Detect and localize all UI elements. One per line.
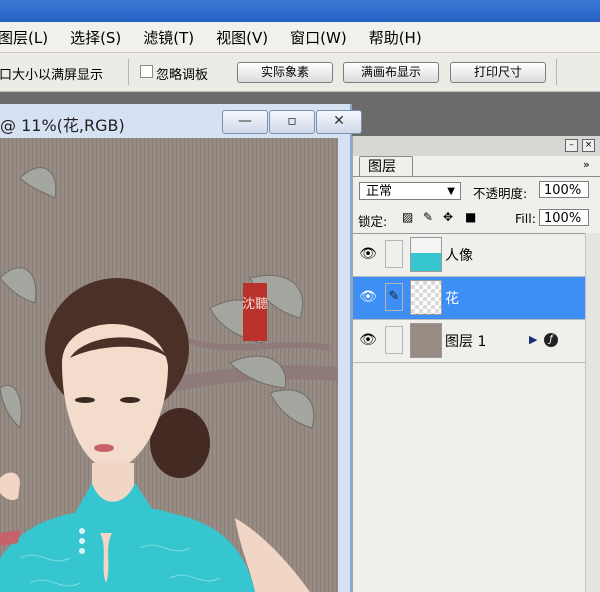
artwork-illustration: 沈聽 — [0, 138, 338, 592]
layer-row-portrait[interactable]: 👁 人像 — [353, 234, 600, 277]
actual-pixels-button[interactable]: 实际象素 — [237, 62, 333, 83]
layer-list: 👁 人像 👁 ✎ 花 👁 图层 1 ▶ ƒ — [353, 233, 600, 363]
lock-move-icon[interactable]: ✥ — [443, 210, 453, 224]
menu-view[interactable]: 视图(V) — [216, 27, 268, 48]
eye-icon[interactable]: 👁 — [359, 289, 377, 305]
menu-bar: 图层(L) 选择(S) 滤镜(T) 视图(V) 窗口(W) 帮助(H) — [0, 22, 600, 53]
options-separator — [128, 59, 129, 85]
ignore-palettes-checkbox[interactable] — [140, 65, 153, 78]
tab-divider — [353, 176, 600, 177]
document-title: @ 11%(花,RGB) — [0, 116, 125, 135]
fill-input[interactable]: 100% — [539, 209, 589, 226]
fill-label: Fill: — [515, 211, 536, 226]
brush-icon[interactable]: ✎ — [385, 283, 403, 311]
menu-layer[interactable]: 图层(L) — [0, 27, 48, 48]
layer-thumbnail — [410, 280, 442, 315]
link-toggle[interactable] — [385, 326, 403, 354]
layer-thumbnail — [410, 237, 442, 272]
ignore-palettes-label: 忽略调板 — [156, 68, 209, 83]
minimize-icon: — — [238, 113, 252, 129]
lock-label: 锁定: — [358, 214, 388, 229]
blend-mode-select[interactable]: 正常 ▼ — [359, 182, 461, 200]
layer-row-flower[interactable]: 👁 ✎ 花 — [353, 277, 600, 320]
artwork-canvas[interactable]: 沈聽 — [0, 138, 338, 592]
blend-mode-value: 正常 — [366, 184, 393, 199]
print-size-button[interactable]: 打印尺寸 — [450, 62, 546, 83]
menu-filter[interactable]: 滤镜(T) — [143, 27, 194, 48]
fit-window-label[interactable]: 口大小以满屏显示 — [0, 64, 103, 83]
chevron-down-icon: ▼ — [447, 186, 455, 197]
document-window: @ 11%(花,RGB) — ▫ ✕ 沈聽 — [0, 104, 362, 592]
panel-close-icon[interactable]: × — [582, 139, 595, 152]
panel-header: – × — [353, 136, 600, 156]
tab-layers[interactable]: 图层 — [359, 156, 413, 176]
menu-select[interactable]: 选择(S) — [70, 27, 121, 48]
panel-minimize-icon[interactable]: – — [565, 139, 578, 152]
menu-window[interactable]: 窗口(W) — [290, 27, 347, 48]
close-icon: ✕ — [333, 113, 345, 129]
restore-button[interactable]: ▫ — [269, 110, 315, 134]
lock-all-icon[interactable]: ■ — [465, 210, 476, 224]
layer-row-layer1[interactable]: 👁 图层 1 ▶ ƒ — [353, 320, 600, 363]
options-separator — [556, 59, 557, 85]
eye-icon[interactable]: 👁 — [359, 332, 377, 348]
layer-name: 花 — [445, 291, 459, 307]
menu-help[interactable]: 帮助(H) — [369, 27, 422, 48]
eye-icon[interactable]: 👁 — [359, 246, 377, 262]
opacity-input[interactable]: 100% — [539, 181, 589, 198]
lock-paint-icon[interactable]: ✎ — [423, 210, 433, 224]
lock-transparency-icon[interactable]: ▨ — [402, 210, 413, 224]
layers-panel: – × 图层 » 正常 ▼ 不透明度: 100% 锁定: ▨ ✎ ✥ ■ Fil… — [352, 136, 600, 592]
layer-thumbnail — [410, 323, 442, 358]
restore-icon: ▫ — [287, 113, 297, 129]
panel-scrollbar[interactable] — [585, 233, 600, 592]
close-button[interactable]: ✕ — [316, 110, 362, 134]
fit-screen-button[interactable]: 满画布显示 — [343, 62, 439, 83]
layer-name: 人像 — [445, 248, 473, 264]
minimize-button[interactable]: — — [222, 110, 268, 134]
options-bar: 口大小以满屏显示 忽略调板 实际象素 满画布显示 打印尺寸 — [0, 53, 600, 92]
seal-text: 沈聽 — [242, 297, 268, 312]
opacity-label: 不透明度: — [473, 186, 528, 201]
link-toggle[interactable] — [385, 240, 403, 268]
expand-triangle-icon[interactable]: ▶ — [529, 333, 537, 346]
layer-name: 图层 1 — [445, 334, 487, 350]
panel-menu-icon[interactable]: » — [583, 158, 590, 171]
layer-effects-icon[interactable]: ƒ — [544, 333, 558, 347]
app-title-bar — [0, 0, 600, 22]
